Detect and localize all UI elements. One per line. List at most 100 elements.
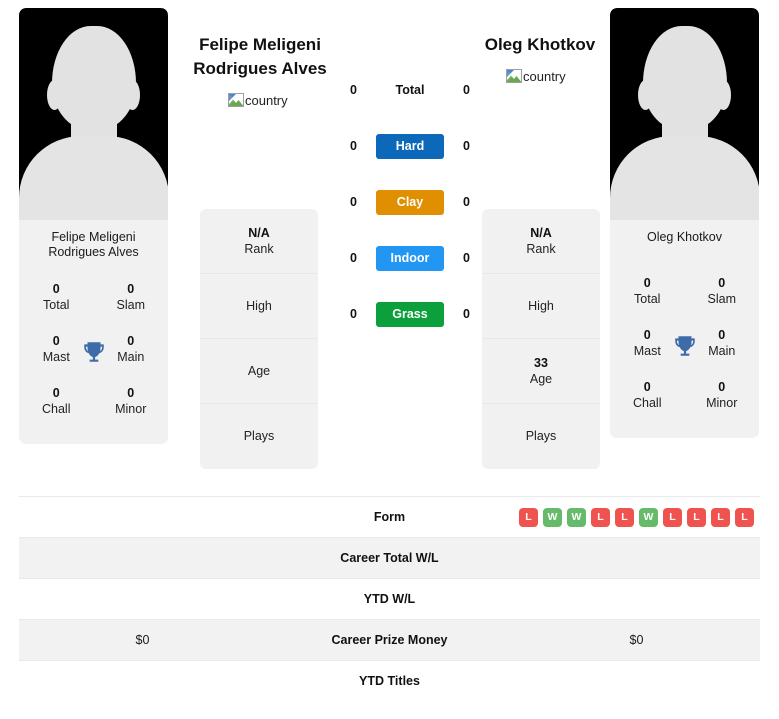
stat-cell: 0 Total [610,266,685,318]
info-row-plays: Plays [200,404,318,469]
info-label: Plays [525,429,557,443]
avatar-silhouette-ear-right [716,80,731,110]
table-row: YTD Titles [19,660,760,701]
form-badge-loss[interactable]: L [711,507,730,527]
surface-right-value: 0 [463,307,470,321]
surface-label[interactable]: Grass [376,301,444,327]
surface-label[interactable]: Hard [376,133,444,159]
form-badge-win[interactable]: W [543,507,562,527]
info-label: High [528,298,554,313]
country-alt-text: country [245,92,288,108]
info-label: Age [247,363,271,378]
row-left-value: $0 [135,633,150,647]
info-row-high: High [482,274,600,339]
table-row: $0 Career Prize Money $0 [19,619,760,660]
form-badge-win[interactable]: W [639,507,658,527]
avatar-silhouette-ear-right [125,80,140,110]
surface-row-hard: 0 Hard 0 [340,118,480,174]
form-badge-loss[interactable]: L [591,507,610,527]
player-name-heading-left[interactable]: Felipe Meligeni Rodrigues Alves [180,33,340,81]
player-name-line2: Rodrigues Alves [193,59,327,78]
row-right-value: $0 [629,633,644,647]
form-badge-win[interactable]: W [567,507,586,527]
broken-image-icon [228,93,244,107]
surface-left-value: 0 [350,139,357,153]
stat-cell: 0 Minor [94,376,169,428]
info-row-rank: N/A Rank [200,209,318,274]
stat-label: Minor [115,402,147,416]
form-badge-loss[interactable]: L [735,507,754,527]
info-value: N/A [248,225,270,240]
info-label: High [246,298,272,313]
surface-label[interactable]: Indoor [376,245,444,271]
info-value: 33 [534,355,548,370]
country-flag-left: country [228,92,288,108]
stat-value: 0 [643,380,651,394]
trophy-icon [83,342,104,362]
player-card-name-left: Felipe Meligeni Rodrigues Alves [48,230,139,259]
info-label: Rank [244,241,274,256]
stat-label: Slam [707,292,736,306]
comparison-table: Form LWWLLWLLLL Career Total W/L YTD W/L… [0,496,779,701]
surface-comparison: 0 Total 0 0 Hard 0 0 Clay 0 0 Indoor 0 0… [340,62,480,342]
form-label: Form [373,510,406,524]
player-photo-left [19,8,168,220]
avatar-silhouette-ear-left [638,80,653,110]
player-card-name-right: Oleg Khotkov [646,230,723,244]
player-comparison-header: Felipe Meligeni Rodrigues Alves 0 Total … [0,0,779,496]
form-badge-loss[interactable]: L [663,507,682,527]
surface-row-indoor: 0 Indoor 0 [340,230,480,286]
info-panel-right: N/A Rank High 33 Age Plays [482,209,600,469]
country-alt-text: country [523,68,566,84]
stat-cell: 0 Minor [685,370,760,422]
row-label: YTD W/L [363,592,416,606]
player-card-right[interactable]: Oleg Khotkov 0 Total 0 Slam 0 Mast 0 Mai… [610,8,759,438]
surface-right-value: 0 [463,83,470,97]
info-value: N/A [530,225,552,240]
surface-left-value: 0 [350,251,357,265]
table-row: YTD W/L [19,578,760,619]
country-flag-right: country [506,68,566,84]
row-label: Career Prize Money [331,633,448,647]
stat-cell: 0 Chall [19,376,94,428]
info-label: Rank [526,241,556,256]
form-badges: LWWLLWLLLL [513,507,760,527]
player-name-heading-right[interactable]: Oleg Khotkov [440,33,640,57]
stat-value: 0 [52,386,60,400]
stat-label: Chall [42,402,71,416]
stat-cell: 0 Chall [610,370,685,422]
info-label: Plays [243,429,275,443]
row-label: YTD Titles [359,674,420,688]
form-badge-loss[interactable]: L [519,507,538,527]
surface-right-value: 0 [463,139,470,153]
surface-label: Total [395,82,425,97]
info-panel-left: N/A Rank High Age Plays [200,209,318,469]
info-row-high: High [200,274,318,339]
form-badge-loss[interactable]: L [687,507,706,527]
trophy-icon [674,336,695,356]
stat-label: Slam [116,298,145,312]
stat-value: 0 [718,276,726,290]
info-row-age: 33 Age [482,339,600,404]
stat-value: 0 [718,380,726,394]
stat-value: 0 [643,276,651,290]
avatar-silhouette-body [610,136,759,220]
row-label: Career Total W/L [340,551,439,565]
stat-value: 0 [127,386,135,400]
titles-grid-right: 0 Total 0 Slam 0 Mast 0 Main 0 Chall 0 M… [610,254,759,438]
stat-label: Total [634,292,661,306]
info-label: Age [529,371,553,386]
stat-label: Minor [706,396,738,410]
surface-row-clay: 0 Clay 0 [340,174,480,230]
avatar-silhouette-body [19,136,168,220]
surface-right-value: 0 [463,195,470,209]
surface-label[interactable]: Clay [376,189,444,215]
player-name-line1: Felipe Meligeni [199,35,321,54]
form-badge-loss[interactable]: L [615,507,634,527]
surface-left-value: 0 [350,83,357,97]
surface-left-value: 0 [350,307,357,321]
surface-row-grass: 0 Grass 0 [340,286,480,342]
player-card-left[interactable]: Felipe Meligeni Rodrigues Alves 0 Total … [19,8,168,444]
surface-row-total: 0 Total 0 [340,62,480,118]
form-right-cell: LWWLLWLLLL [513,507,760,527]
